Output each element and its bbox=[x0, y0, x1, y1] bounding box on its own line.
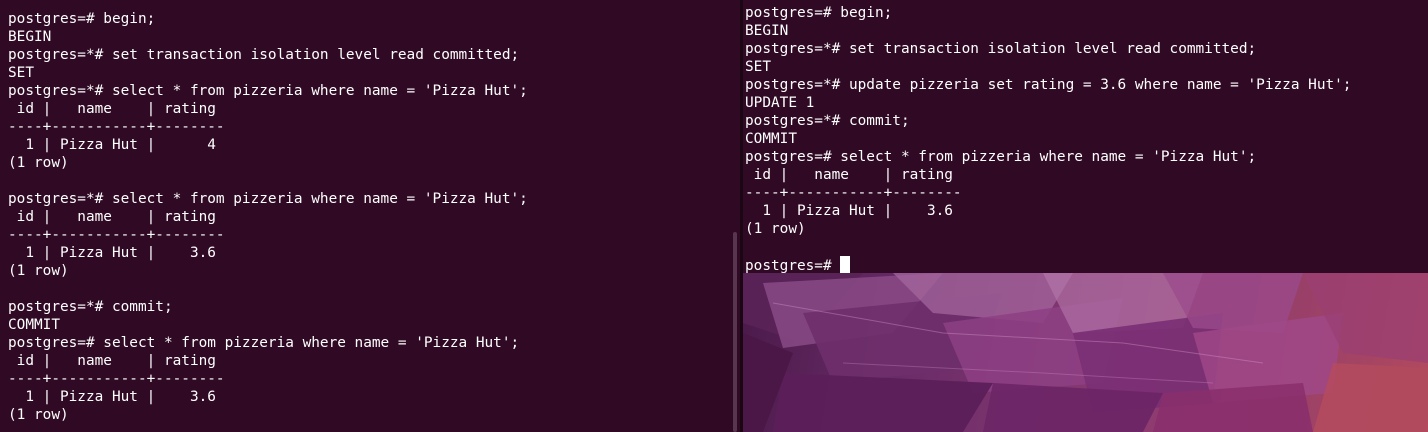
terminal-line: postgres=*# update pizzeria set rating =… bbox=[745, 77, 1352, 93]
terminal-line: postgres=*# commit; bbox=[745, 113, 910, 129]
terminal-line: postgres=# begin; bbox=[8, 11, 156, 27]
terminal-line: id | name | rating bbox=[8, 353, 216, 369]
terminal-line: postgres=*# commit; bbox=[8, 299, 173, 315]
terminal-line: SET bbox=[745, 59, 771, 75]
terminal-line: UPDATE 1 bbox=[745, 95, 815, 111]
terminal-line: 1 | Pizza Hut | 3.6 bbox=[8, 389, 216, 405]
terminal-line: 1 | Pizza Hut | 3.6 bbox=[8, 245, 216, 261]
text-cursor bbox=[840, 256, 851, 273]
terminal-line: COMMIT bbox=[745, 131, 797, 147]
left-terminal-pane[interactable]: postgres=# begin; BEGIN postgres=*# set … bbox=[0, 0, 740, 432]
terminal-line: 1 | Pizza Hut | 3.6 bbox=[745, 203, 953, 219]
terminal-line: ----+-----------+-------- bbox=[8, 227, 225, 243]
terminal-line: id | name | rating bbox=[8, 209, 216, 225]
terminal-line: postgres=*# select * from pizzeria where… bbox=[8, 83, 528, 99]
terminal-line: postgres=*# set transaction isolation le… bbox=[8, 47, 520, 63]
terminal-line: BEGIN bbox=[745, 23, 789, 39]
terminal-line: 1 | Pizza Hut | 4 bbox=[8, 137, 216, 153]
terminal-line: id | name | rating bbox=[745, 167, 953, 183]
desktop-wallpaper bbox=[743, 273, 1428, 432]
terminal-line: ----+-----------+-------- bbox=[8, 371, 225, 387]
wallpaper-graphic bbox=[743, 273, 1428, 432]
terminal-line: ----+-----------+-------- bbox=[745, 185, 962, 201]
terminal-prompt-line[interactable]: postgres=# bbox=[745, 256, 1428, 273]
terminal-prompt: postgres=# bbox=[745, 258, 841, 273]
terminal-line: (1 row) bbox=[8, 407, 69, 423]
terminal-line: postgres=# select * from pizzeria where … bbox=[745, 149, 1257, 165]
terminal-line: (1 row) bbox=[8, 155, 69, 171]
terminal-line: (1 row) bbox=[8, 263, 69, 279]
terminal-line: (1 row) bbox=[745, 221, 806, 237]
terminal-line: postgres=*# set transaction isolation le… bbox=[745, 41, 1257, 57]
terminal-line: postgres=# select * from pizzeria where … bbox=[8, 335, 520, 351]
terminal-line: postgres=*# select * from pizzeria where… bbox=[8, 191, 528, 207]
terminal-line: BEGIN bbox=[8, 29, 52, 45]
terminal-line: ----+-----------+-------- bbox=[8, 119, 225, 135]
terminal-line: SET bbox=[8, 65, 34, 81]
terminal-line: id | name | rating bbox=[8, 101, 216, 117]
terminal-scrollbar[interactable] bbox=[733, 232, 737, 432]
terminal-line: COMMIT bbox=[8, 317, 60, 333]
terminal-line: postgres=# begin; bbox=[745, 5, 893, 21]
right-terminal-pane[interactable]: postgres=# begin; BEGIN postgres=*# set … bbox=[743, 0, 1428, 273]
